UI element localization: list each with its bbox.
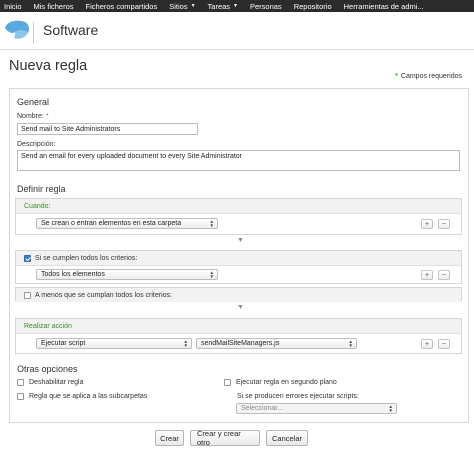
flow-arrow-icon: ▼ [237, 237, 244, 244]
when-block: Cuando: Se crean o entran elementos en e… [15, 198, 462, 235]
nav-people[interactable]: Personas [244, 0, 288, 12]
nav-sites-menu[interactable]: Sitios ▼ [163, 0, 201, 12]
if-criteria-add-button[interactable]: + [421, 270, 433, 280]
if-criteria-label: Si se cumplen todos los criterios: [35, 254, 138, 262]
other-options-title: Otras opciones [17, 364, 78, 374]
when-select-value: Se crean o entran elementos en esta carp… [41, 220, 182, 227]
header-separator [33, 22, 34, 44]
page-title: Nueva regla [9, 58, 88, 74]
if-criteria-select-value: Todos los elementos [41, 271, 105, 278]
rule-form-panel: General Nombre: * Send mail to Site Admin… [9, 88, 469, 423]
nav-repository[interactable]: Repositorio [288, 0, 338, 12]
define-rule-section-title: Definir regla [17, 184, 66, 194]
run-background-checkbox[interactable] [224, 379, 231, 386]
nav-people-label: Personas [250, 1, 282, 11]
action-remove-button[interactable]: − [438, 339, 450, 349]
when-header: Cuando: [16, 199, 461, 214]
nav-my-files[interactable]: Mis ficheros [28, 0, 80, 12]
disable-rule-checkbox[interactable] [17, 379, 24, 386]
required-fields-note: * Campos requeridos [395, 73, 462, 80]
if-criteria-remove-button[interactable]: − [438, 270, 450, 280]
apply-subfolders-checkbox[interactable] [17, 393, 24, 400]
alfresco-logo-icon[interactable] [3, 18, 31, 42]
top-nav-bar: Inicio Mis ficheros Ficheros compartidos… [0, 0, 474, 12]
when-select[interactable]: Se crean o entran elementos en esta carp… [36, 218, 218, 229]
select-arrows-icon: ▲ ▼ [209, 270, 214, 279]
if-criteria-checkbox[interactable] [24, 254, 31, 262]
unless-criteria-header: A menos que se cumplan todos los criteri… [16, 288, 461, 302]
select-arrows-icon: ▲ ▼ [209, 219, 214, 228]
action-add-button[interactable]: + [421, 339, 433, 349]
apply-subfolders-option[interactable]: Regla que se aplica a las subcarpetas [17, 393, 147, 400]
cancel-button[interactable]: Cancelar [266, 430, 308, 446]
error-script-label: Si se producen errores ejecutar scripts: [237, 393, 359, 400]
select-arrows-icon: ▲ ▼ [183, 339, 188, 348]
action-block: Realizar acción Ejecutar script ▲ ▼ sendM… [15, 318, 462, 354]
nav-admin-tools[interactable]: Herramientas de admi... [338, 0, 430, 12]
unless-criteria-checkbox[interactable] [24, 291, 31, 299]
run-background-label: Ejecutar regla en segundo plano [236, 379, 337, 386]
required-fields-text: Campos requeridos [400, 73, 462, 80]
create-and-create-another-button[interactable]: Crear y crear otro [190, 429, 260, 447]
apply-subfolders-label: Regla que se aplica a las subcarpetas [29, 393, 148, 400]
unless-criteria-block: A menos que se cumplan todos los criteri… [15, 287, 462, 302]
unless-criteria-label: A menos que se cumplan todos los criteri… [35, 291, 172, 299]
when-remove-button[interactable]: − [438, 219, 450, 229]
if-criteria-block: Si se cumplen todos los criterios: Todos… [15, 250, 462, 284]
required-marker: * [45, 113, 49, 120]
flow-arrow-icon: ▼ [237, 304, 244, 311]
if-criteria-select[interactable]: Todos los elementos ▲ ▼ [36, 269, 218, 280]
nav-shared-files-label: Ficheros compartidos [85, 1, 158, 11]
error-script-placeholder: Seleccionar... [241, 405, 284, 412]
nav-tasks-label: Tareas [207, 1, 231, 11]
action-select[interactable]: Ejecutar script ▲ ▼ [36, 338, 192, 349]
action-select-value: Ejecutar script [41, 340, 86, 347]
script-select-value: sendMailSiteManagers.js [201, 340, 280, 347]
disable-rule-label: Deshabilitar regla [29, 379, 84, 386]
nav-home[interactable]: Inicio [0, 0, 28, 12]
nav-admin-tools-label: Herramientas de admi... [343, 1, 424, 11]
select-arrows-icon: ▲ ▼ [348, 339, 353, 348]
site-title[interactable]: Software [43, 22, 98, 38]
general-section-title: General [17, 97, 50, 107]
nav-my-files-label: Mis ficheros [33, 1, 74, 11]
name-label-text: Nombre: [17, 113, 44, 120]
select-arrows-icon: ▲ ▼ [388, 404, 393, 413]
nav-shared-files[interactable]: Ficheros compartidos [80, 0, 164, 12]
name-input[interactable]: Send mail to Site Administrators [17, 123, 198, 135]
disable-rule-option[interactable]: Deshabilitar regla [17, 379, 83, 386]
script-select[interactable]: sendMailSiteManagers.js ▲ ▼ [196, 338, 357, 349]
caret-down-icon: ▼ [233, 3, 238, 9]
create-button[interactable]: Crear [155, 430, 184, 446]
caret-down-icon: ▼ [190, 3, 196, 9]
nav-sites-label: Sitios [169, 1, 188, 11]
nav-tasks-menu[interactable]: Tareas ▼ [202, 0, 244, 12]
description-textarea[interactable]: Send an email for every uploaded documen… [17, 150, 460, 171]
site-header: Software [0, 12, 474, 50]
when-add-button[interactable]: + [421, 219, 433, 229]
name-label: Nombre: * [17, 113, 49, 120]
nav-home-label: Inicio [4, 1, 22, 11]
description-label: Descripción: [17, 141, 56, 148]
action-header: Realizar acción [16, 319, 461, 334]
error-script-select[interactable]: Seleccionar... ▲ ▼ [236, 403, 397, 414]
run-background-option[interactable]: Ejecutar regla en segundo plano [224, 379, 337, 386]
if-criteria-header: Si se cumplen todos los criterios: [16, 251, 461, 266]
nav-repository-label: Repositorio [293, 1, 332, 11]
required-marker: * [395, 73, 398, 80]
